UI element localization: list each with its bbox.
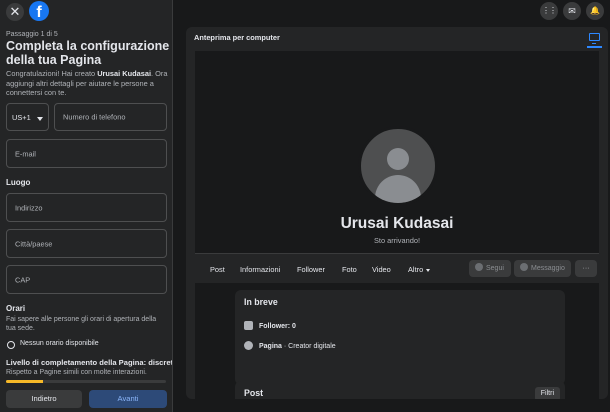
tab-foto[interactable]: Foto — [342, 265, 357, 274]
page-title: Completa la configurazione della tua Pag… — [6, 39, 170, 67]
avatar-head-icon — [387, 148, 409, 170]
message-button[interactable]: Messaggio — [514, 260, 571, 277]
info-icon — [244, 341, 253, 350]
no-hours-label[interactable]: Nessun orario disponibile — [20, 340, 99, 347]
tab-altro-label: Altro — [408, 265, 424, 274]
email-field[interactable]: E-mail — [6, 139, 167, 168]
desktop-tab-indicator — [587, 46, 602, 48]
posts-card: Post Filtri — [235, 381, 565, 399]
follow-button[interactable]: Segui — [469, 260, 511, 277]
city-placeholder: Città/paese — [15, 239, 53, 248]
more-button[interactable]: ··· — [575, 260, 597, 277]
location-heading: Luogo — [6, 178, 31, 187]
category-row: Pagina · Creator digitale — [244, 341, 336, 350]
phone-field[interactable]: Numero di telefono — [54, 103, 167, 131]
chevron-down-icon — [37, 117, 43, 121]
address-field[interactable]: Indirizzo — [6, 193, 167, 222]
tab-informazioni[interactable]: Informazioni — [240, 265, 280, 274]
completion-description: Rispetto a Pagine simili con molte inter… — [6, 369, 147, 376]
notifications-icon[interactable]: 🔔 — [586, 2, 604, 20]
menu-grid-icon[interactable]: ⋮⋮ — [540, 2, 558, 20]
hours-description: Fai sapere alle persone gli orari di ape… — [6, 316, 157, 332]
completion-progress-fill — [6, 380, 43, 383]
hours-heading: Orari — [6, 304, 26, 313]
city-field[interactable]: Città/paese — [6, 229, 167, 258]
messenger-icon[interactable]: ✉ — [563, 2, 581, 20]
close-icon[interactable]: ✕ — [6, 3, 24, 21]
country-code-select[interactable]: US+1 — [6, 103, 49, 131]
about-card: In breve Follower: 0 Pagina · Creator di… — [235, 290, 565, 385]
page-tabs: Post Informazioni Follower Foto Video Al… — [195, 253, 599, 283]
next-button[interactable]: Avanti — [89, 390, 167, 408]
address-placeholder: Indirizzo — [15, 203, 43, 212]
preview-subtitle: Sto arrivando! — [373, 236, 420, 245]
step-indicator: Passaggio 1 di 5 — [6, 31, 58, 38]
messenger-icon — [520, 263, 528, 271]
preview-frame: Urusai Kudasai Sto arrivando! Post Infor… — [195, 51, 599, 399]
category-bold: Pagina — [259, 343, 282, 350]
intro-page-name: Urusai Kudasai — [97, 69, 152, 78]
avatar — [358, 126, 438, 206]
tab-follower[interactable]: Follower — [297, 265, 325, 274]
no-hours-radio[interactable] — [7, 341, 15, 349]
back-button[interactable]: Indietro — [6, 390, 82, 408]
email-placeholder: E-mail — [15, 149, 36, 158]
chevron-down-icon — [426, 268, 431, 272]
preview-page-name: Urusai Kudasai — [340, 215, 454, 232]
check-icon — [244, 321, 253, 330]
setup-panel: ✕ f Passaggio 1 di 5 Completa la configu… — [0, 0, 173, 412]
zip-field[interactable]: CAP — [6, 265, 167, 294]
follow-label: Segui — [486, 265, 504, 272]
posts-card-title: Post — [244, 388, 264, 398]
followers-row: Follower: 0 — [244, 321, 296, 330]
message-label: Messaggio — [531, 265, 565, 272]
tab-video[interactable]: Video — [372, 265, 391, 274]
follow-icon — [475, 263, 483, 271]
avatar-body-icon — [375, 175, 421, 203]
category-rest: · Creator digitale — [281, 343, 336, 350]
desktop-icon[interactable] — [589, 33, 600, 44]
followers-count: Follower: 0 — [259, 323, 296, 330]
page-preview: Anteprima per computer Urusai Kudasai St… — [186, 27, 608, 399]
intro-prefix: Congratulazioni! Hai creato — [6, 69, 98, 78]
tab-altro[interactable]: Altro — [408, 265, 431, 274]
completion-title: Livello di completamento della Pagina: d… — [6, 358, 173, 367]
filters-button[interactable]: Filtri — [534, 387, 560, 399]
about-card-title: In breve — [244, 297, 278, 307]
intro-text: Congratulazioni! Hai creato Urusai Kudas… — [6, 69, 170, 98]
tab-post[interactable]: Post — [210, 265, 225, 274]
completion-progress-bar — [6, 380, 166, 383]
zip-placeholder: CAP — [15, 275, 31, 284]
preview-label: Anteprima per computer — [194, 33, 280, 42]
country-code-value: US+1 — [12, 113, 31, 122]
phone-placeholder: Numero di telefono — [63, 112, 126, 122]
facebook-logo[interactable]: f — [29, 1, 49, 21]
